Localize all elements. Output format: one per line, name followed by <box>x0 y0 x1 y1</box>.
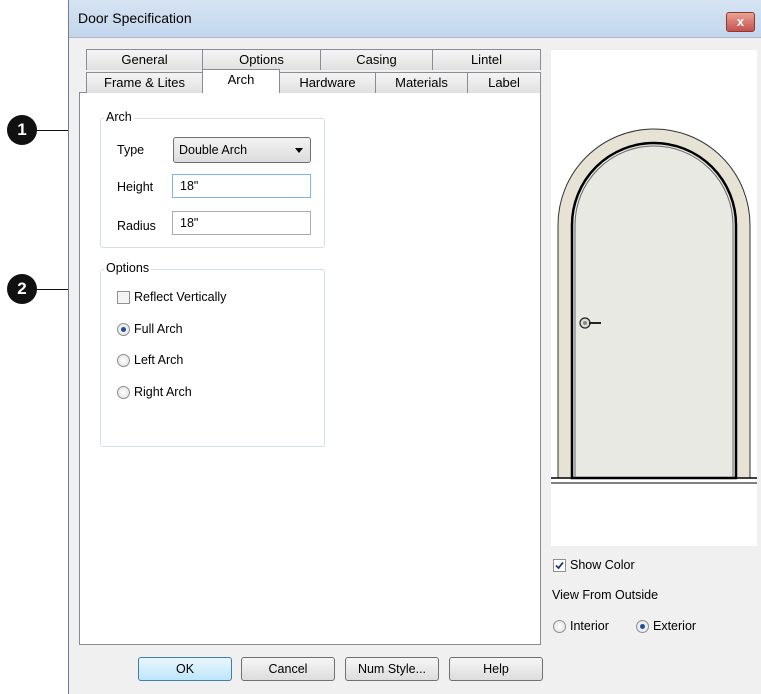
close-icon: x <box>736 14 745 29</box>
door-slab <box>570 141 738 480</box>
arch-type-select[interactable]: Double Arch <box>173 137 311 163</box>
help-button[interactable]: Help <box>449 657 543 681</box>
radius-field[interactable]: 18" <box>172 211 311 235</box>
tab-materials[interactable]: Materials <box>375 72 468 93</box>
left-arch-label: Left Arch <box>134 353 184 367</box>
ok-button[interactable]: OK <box>138 657 232 681</box>
num-style-button[interactable]: Num Style... <box>345 657 439 681</box>
right-arch-radio-button[interactable] <box>117 386 130 399</box>
tab-general[interactable]: General <box>86 49 203 70</box>
type-label: Type <box>117 143 145 157</box>
height-field[interactable]: 18" <box>172 174 311 198</box>
close-button[interactable]: x <box>726 12 755 32</box>
cancel-button[interactable]: Cancel <box>241 657 335 681</box>
chevron-down-icon <box>295 148 303 153</box>
tab-arch[interactable]: Arch <box>202 69 280 93</box>
door-preview <box>551 50 757 546</box>
full-arch-label: Full Arch <box>134 322 183 336</box>
tab-hardware[interactable]: Hardware <box>279 72 376 93</box>
reflect-checkbox-box[interactable] <box>117 291 130 304</box>
radius-label: Radius <box>117 219 156 233</box>
door-preview-image <box>551 128 757 484</box>
tab-label[interactable]: Label <box>467 72 541 93</box>
show-color-box[interactable] <box>553 559 566 572</box>
door-specification-dialog: Door Specification x General Options Cas… <box>68 0 761 694</box>
show-color-label: Show Color <box>570 558 635 572</box>
callout-1: 1 <box>7 115 37 145</box>
arch-group-title: Arch <box>104 110 134 124</box>
left-arch-radio-button[interactable] <box>117 354 130 367</box>
exterior-radio-button[interactable] <box>636 620 649 633</box>
dialog-title: Door Specification <box>78 10 192 26</box>
options-group-title: Options <box>104 261 152 275</box>
interior-label: Interior <box>570 619 609 633</box>
interior-radio-button[interactable] <box>553 620 566 633</box>
callout-2: 2 <box>7 274 37 304</box>
height-label: Height <box>117 180 154 194</box>
tab-panel: Arch Type Double Arch Height 18" Radius … <box>79 92 541 645</box>
arch-type-value: Double Arch <box>179 143 248 157</box>
view-from-outside-label: View From Outside <box>552 588 659 602</box>
right-arch-label: Right Arch <box>134 385 192 399</box>
tab-frame-lites[interactable]: Frame & Lites <box>86 72 203 93</box>
exterior-label: Exterior <box>653 619 697 633</box>
tab-lintel[interactable]: Lintel <box>432 49 541 70</box>
full-arch-radio-button[interactable] <box>117 323 130 336</box>
title-bar: Door Specification x <box>69 0 761 38</box>
reflect-vertically-label: Reflect Vertically <box>134 290 227 304</box>
tab-casing[interactable]: Casing <box>320 49 433 70</box>
check-icon <box>555 561 564 570</box>
tab-options[interactable]: Options <box>202 49 321 70</box>
